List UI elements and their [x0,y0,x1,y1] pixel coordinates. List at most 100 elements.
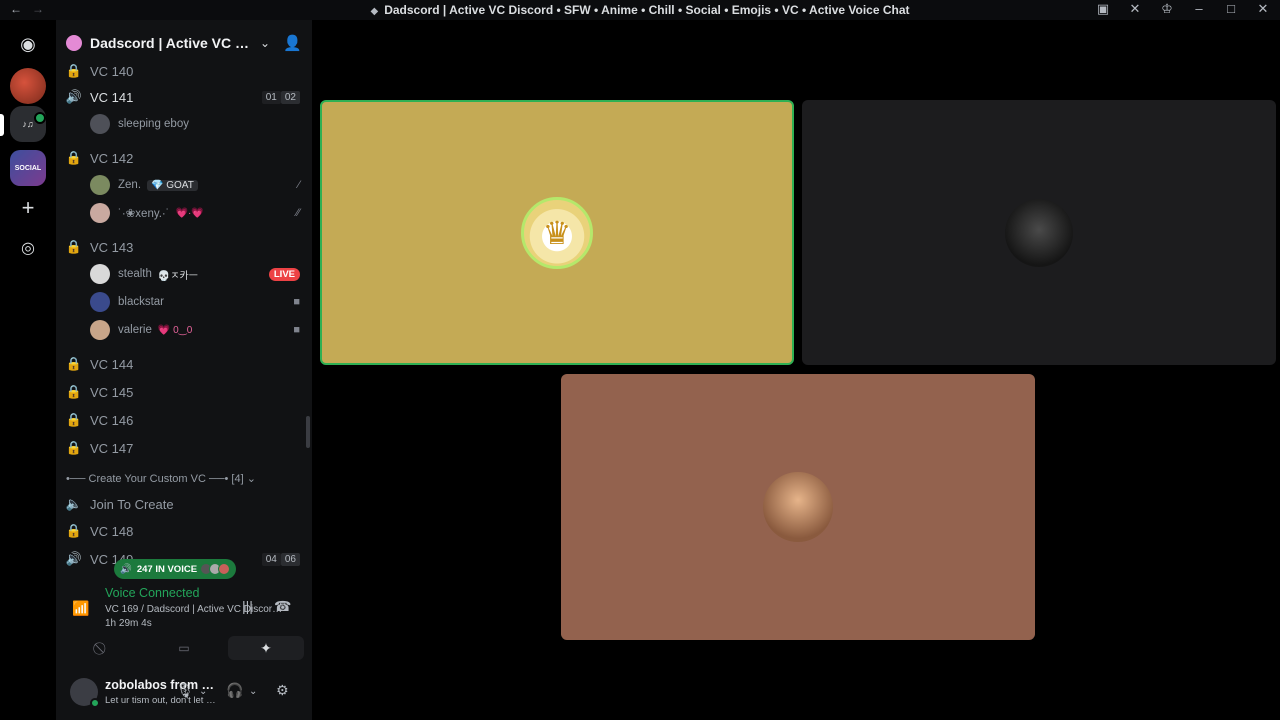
noise-suppression-icon[interactable]: ||| [242,598,253,614]
user-panel: zobolabos from the internet Let ur tism … [56,670,312,720]
title-bar: ← → ◆ Dadscord | Active VC Discord • SFW •… [0,0,1280,20]
camera-off-button[interactable]: ⃠ [64,636,140,660]
user-tag: 💎 GOAT [147,179,198,191]
avatar-stack [200,563,231,575]
user-name: Zen. [118,179,142,191]
avatar [90,320,110,340]
screen-share-button[interactable]: ▭ [146,636,222,660]
live-badge: LIVE [268,267,300,281]
avatar [90,203,110,223]
channel-join-to-create[interactable]: 🔈 Join To Create [64,491,304,517]
channel-name: VC 146 [90,412,134,428]
avatar [90,264,110,284]
scrollbar-thumb[interactable] [306,416,310,448]
channel-vc-145[interactable]: 🔒 VC 145 [64,379,304,405]
avatar [90,292,110,312]
server-icon: ◆ [370,6,379,17]
avatar [1005,198,1073,267]
lock-icon: 🔒 [65,384,83,399]
in-voice-pill[interactable]: 🔊 247 IN VOICE [114,559,237,579]
crown-avatar: ♛ [521,196,593,269]
user-deco: 💗 0‿0 [157,324,193,336]
speaker-icon: 🔈 [65,496,83,511]
user-count: 01 02 [261,90,300,104]
channel-vc-147[interactable]: 🔒 VC 147 [64,435,304,461]
channel-name: VC 140 [90,63,134,79]
channel-name: VC 147 [90,440,134,456]
disconnect-icon[interactable]: ☎ [274,598,291,615]
lock-icon: 🔒 [65,440,83,455]
headphones-icon[interactable]: 🎧 [226,682,243,699]
guild-icon [66,35,82,51]
channel-name: VC 145 [90,384,134,400]
deafened-icon: ⁄⁄ [296,207,300,219]
speaker-icon: 🔊 [65,89,83,104]
speaker-icon: 🔊 [65,551,83,566]
discord-home-icon[interactable]: ◉ [10,26,46,62]
channel-sidebar: Dadscord | Active VC Discord • SFW • Ani… [56,20,312,720]
tools-icon[interactable]: ✕ [1126,1,1144,17]
count-current: 01 [261,90,281,104]
channel-vc-148[interactable]: 🔒 VC 148 [64,518,304,544]
channel-name: Join To Create [90,496,174,512]
lock-icon: 🔒 [65,356,83,371]
channel-vc-141[interactable]: 🔊 VC 141 01 02 [64,84,304,110]
lock-icon: 🔒 [65,239,83,254]
maximize-icon[interactable]: □ [1222,1,1240,17]
signal-icon[interactable]: 📶 [72,600,89,617]
inbox-icon[interactable]: ▣ [1094,1,1112,17]
avatar [90,175,110,195]
voice-user[interactable]: valerie 💗 0‿0 ■ [90,318,300,342]
add-server-icon[interactable]: + [10,190,46,226]
chevron-down-icon[interactable]: ⌄ [199,686,207,697]
category-name: •── Create Your Custom VC ──• [4] [66,473,244,485]
video-tile-speaking[interactable]: ♛ [320,100,794,365]
channel-vc-146[interactable]: 🔒 VC 146 [64,407,304,433]
user-deco: 💀ㅈ카ㅡ [157,270,198,282]
channel-vc-142[interactable]: 🔒 VC 142 [64,145,304,171]
count-limit: 06 [280,552,300,566]
lock-icon: 🔒 [65,150,83,165]
voice-user[interactable]: blackstar ■ [90,290,300,314]
voice-user[interactable]: sleeping eboy [90,112,300,136]
voice-elapsed: 1h 29m 4s [105,618,152,629]
help-icon[interactable]: ♔ [1158,1,1176,17]
voice-buttons: ⃠ ▭ ✦ [64,636,304,660]
video-tile[interactable] [561,374,1035,640]
voice-channel-path[interactable]: VC 169 / Dadscord | Active VC Discord • … [105,604,285,615]
video-tile[interactable] [802,100,1276,365]
camera-icon: ■ [293,296,300,308]
avatar [218,563,231,575]
channel-vc-143[interactable]: 🔒 VC 143 [64,234,304,260]
server-icon-socialize[interactable]: SOCIAL [10,150,46,186]
voice-user[interactable]: ˙·❀xeny.·˙ 💗·💗 ⁄⁄ [90,201,300,225]
title-tools: ▣ ✕ ♔ – □ ✕ [1094,1,1272,17]
microphone-icon[interactable]: 🎙 [176,682,194,699]
server-rail: ◉ ♪♫ SOCIAL + ◎ [0,20,75,720]
activities-button[interactable]: ✦ [228,636,304,660]
server-icon-1[interactable] [10,68,46,104]
chevron-down-icon[interactable]: ⌄ [249,686,257,697]
voice-user[interactable]: Zen. 💎 GOAT ⁄ [90,173,300,197]
user-name: sleeping eboy [118,118,189,130]
minimize-icon[interactable]: – [1190,1,1208,17]
category-header[interactable]: •── Create Your Custom VC ──• [4] ⌄ [66,472,256,485]
selected-pill [0,114,4,136]
settings-gear-icon[interactable]: ⚙ [276,682,289,699]
close-icon[interactable]: ✕ [1254,1,1272,17]
invite-people-icon[interactable]: 👤 [283,34,302,52]
channel-vc-140[interactable]: 🔒 VC 140 [64,58,304,84]
discover-compass-icon[interactable]: ◎ [10,230,46,266]
voice-status[interactable]: Voice Connected [105,586,200,600]
user-name: ˙·❀xeny.·˙ [118,208,170,220]
voice-user[interactable]: stealth 💀ㅈ카ㅡ LIVE [90,262,300,286]
user-deco: 💗·💗 [175,207,204,219]
channel-name: VC 142 [90,150,134,166]
voice-badge [34,112,46,124]
channel-name: VC 144 [90,356,134,372]
channel-vc-144[interactable]: 🔒 VC 144 [64,351,304,377]
online-status-icon [90,698,100,708]
chevron-down-icon: ⌄ [260,36,271,50]
user-count: 04 06 [261,552,300,566]
chevron-down-icon: ⌄ [246,473,256,485]
